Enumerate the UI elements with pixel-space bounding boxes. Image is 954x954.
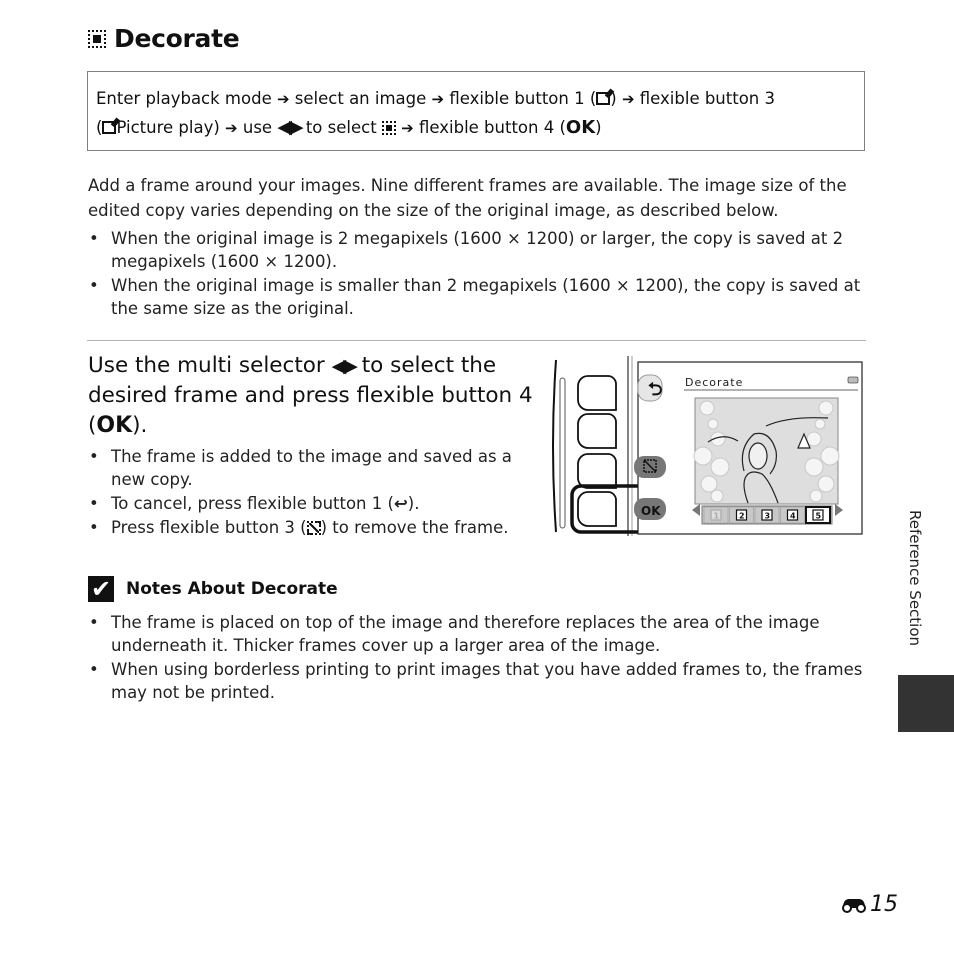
- frame-thumbnails: 1 2 3 4 5: [703, 506, 831, 524]
- page-number: 15: [840, 892, 898, 917]
- bullet-text: ) to remove the frame.: [320, 518, 509, 537]
- intro-paragraph: Add a frame around your images. Nine dif…: [88, 176, 847, 220]
- ok-button-label: OK: [641, 504, 661, 518]
- frame-thumb-label: 2: [739, 512, 745, 521]
- arrow-icon: ➔: [431, 90, 445, 108]
- camera-screen-illustration: ⮌ Decorate OK 1 2 3 4 5: [552, 356, 863, 536]
- camera-strap-slot: [559, 377, 566, 529]
- section-tab-label: Reference Section: [896, 510, 932, 660]
- flexible-buttons: [577, 375, 617, 527]
- ok-icon: OK: [565, 117, 596, 138]
- back-icon: ⮌: [648, 379, 662, 400]
- arrow-icon: ➔: [401, 119, 414, 137]
- retouch-icon: [596, 92, 611, 105]
- path-step: use: [242, 118, 273, 137]
- path-step: Enter playback mode: [96, 89, 272, 108]
- frame-thumb-label: 4: [790, 512, 796, 521]
- step-text: Use the multi selector: [88, 353, 325, 378]
- path-paren: ): [595, 118, 602, 137]
- list-item: The frame is placed on top of the image …: [88, 611, 868, 657]
- frame-thumb-label: 1: [714, 512, 720, 521]
- path-step: Picture play): [116, 118, 220, 137]
- ok-icon: OK: [96, 413, 133, 438]
- list-item: Press flexible button 3 ( ) to remove the…: [88, 516, 538, 539]
- path-step: flexible button 3: [639, 89, 776, 108]
- bullet-text: To cancel, press flexible button 1 (: [111, 494, 394, 513]
- battery-icon: [847, 376, 859, 384]
- path-step: flexible button 4 (: [419, 118, 566, 137]
- path-step: select an image: [294, 89, 427, 108]
- section-tab-text: Reference Section: [906, 510, 924, 647]
- bullet-text: ).: [407, 494, 420, 513]
- list-item: When using borderless printing to print …: [88, 658, 868, 704]
- binoculars-icon: [842, 898, 866, 913]
- notes-list: The frame is placed on top of the image …: [88, 611, 868, 705]
- decorate-frame-icon: [88, 29, 106, 48]
- screen-title: Decorate: [685, 376, 743, 389]
- arrow-icon: ➔: [621, 90, 635, 108]
- list-item: The frame is added to the image and save…: [88, 445, 538, 491]
- section-divider: [87, 340, 866, 341]
- notes-title: Notes About Decorate: [126, 579, 338, 599]
- bullet-text: Press flexible button 3 (: [111, 518, 307, 537]
- back-icon: ↩: [393, 494, 408, 513]
- step-text: ).: [132, 413, 148, 438]
- no-frame-icon: [306, 521, 321, 535]
- arrow-icon: ➔: [225, 119, 238, 137]
- page-title-text: Decorate: [114, 24, 240, 53]
- arrow-icon: ➔: [276, 90, 290, 108]
- frame-thumb-label: 3: [765, 512, 771, 521]
- menu-path-line-2: (Picture play) ➔ use ◀▶ to select ➔ flex…: [96, 113, 856, 142]
- camera-body-edge: [552, 359, 557, 533]
- flexible-button-1: [577, 375, 617, 411]
- notes-heading: ✔ Notes About Decorate: [88, 576, 338, 602]
- size-bullet-list: When the original image is 2 megapixels …: [88, 227, 868, 321]
- frame-thumb-label: 5: [816, 512, 822, 521]
- menu-path-box: Enter playback mode ➔ select an image ➔ …: [87, 71, 865, 151]
- decorate-frame-icon: [381, 121, 396, 135]
- list-item: When the original image is smaller than …: [88, 274, 868, 320]
- step-bullet-list: The frame is added to the image and save…: [88, 445, 538, 540]
- flexible-button-4: [577, 491, 617, 527]
- step-instruction: Use the multi selector ◀▶ to select the …: [88, 351, 538, 441]
- list-item: When the original image is 2 megapixels …: [88, 227, 868, 273]
- path-step: flexible button 1 (: [449, 89, 597, 108]
- flexible-button-2: [577, 413, 617, 449]
- list-item: To cancel, press flexible button 1 (↩).: [88, 492, 538, 515]
- path-step: to select: [305, 118, 377, 137]
- checkmark-icon: ✔: [88, 576, 114, 602]
- page-number-text: 15: [870, 892, 898, 917]
- flexible-button-3: [577, 453, 617, 489]
- menu-path-line-1: Enter playback mode ➔ select an image ➔ …: [96, 85, 856, 113]
- retouch-icon: [102, 121, 117, 134]
- multi-selector-left-right-icon: ◀▶: [277, 116, 303, 138]
- multi-selector-left-right-icon: ◀▶: [331, 355, 358, 377]
- page-title: Decorate: [88, 24, 240, 53]
- section-tab-marker: [898, 675, 954, 732]
